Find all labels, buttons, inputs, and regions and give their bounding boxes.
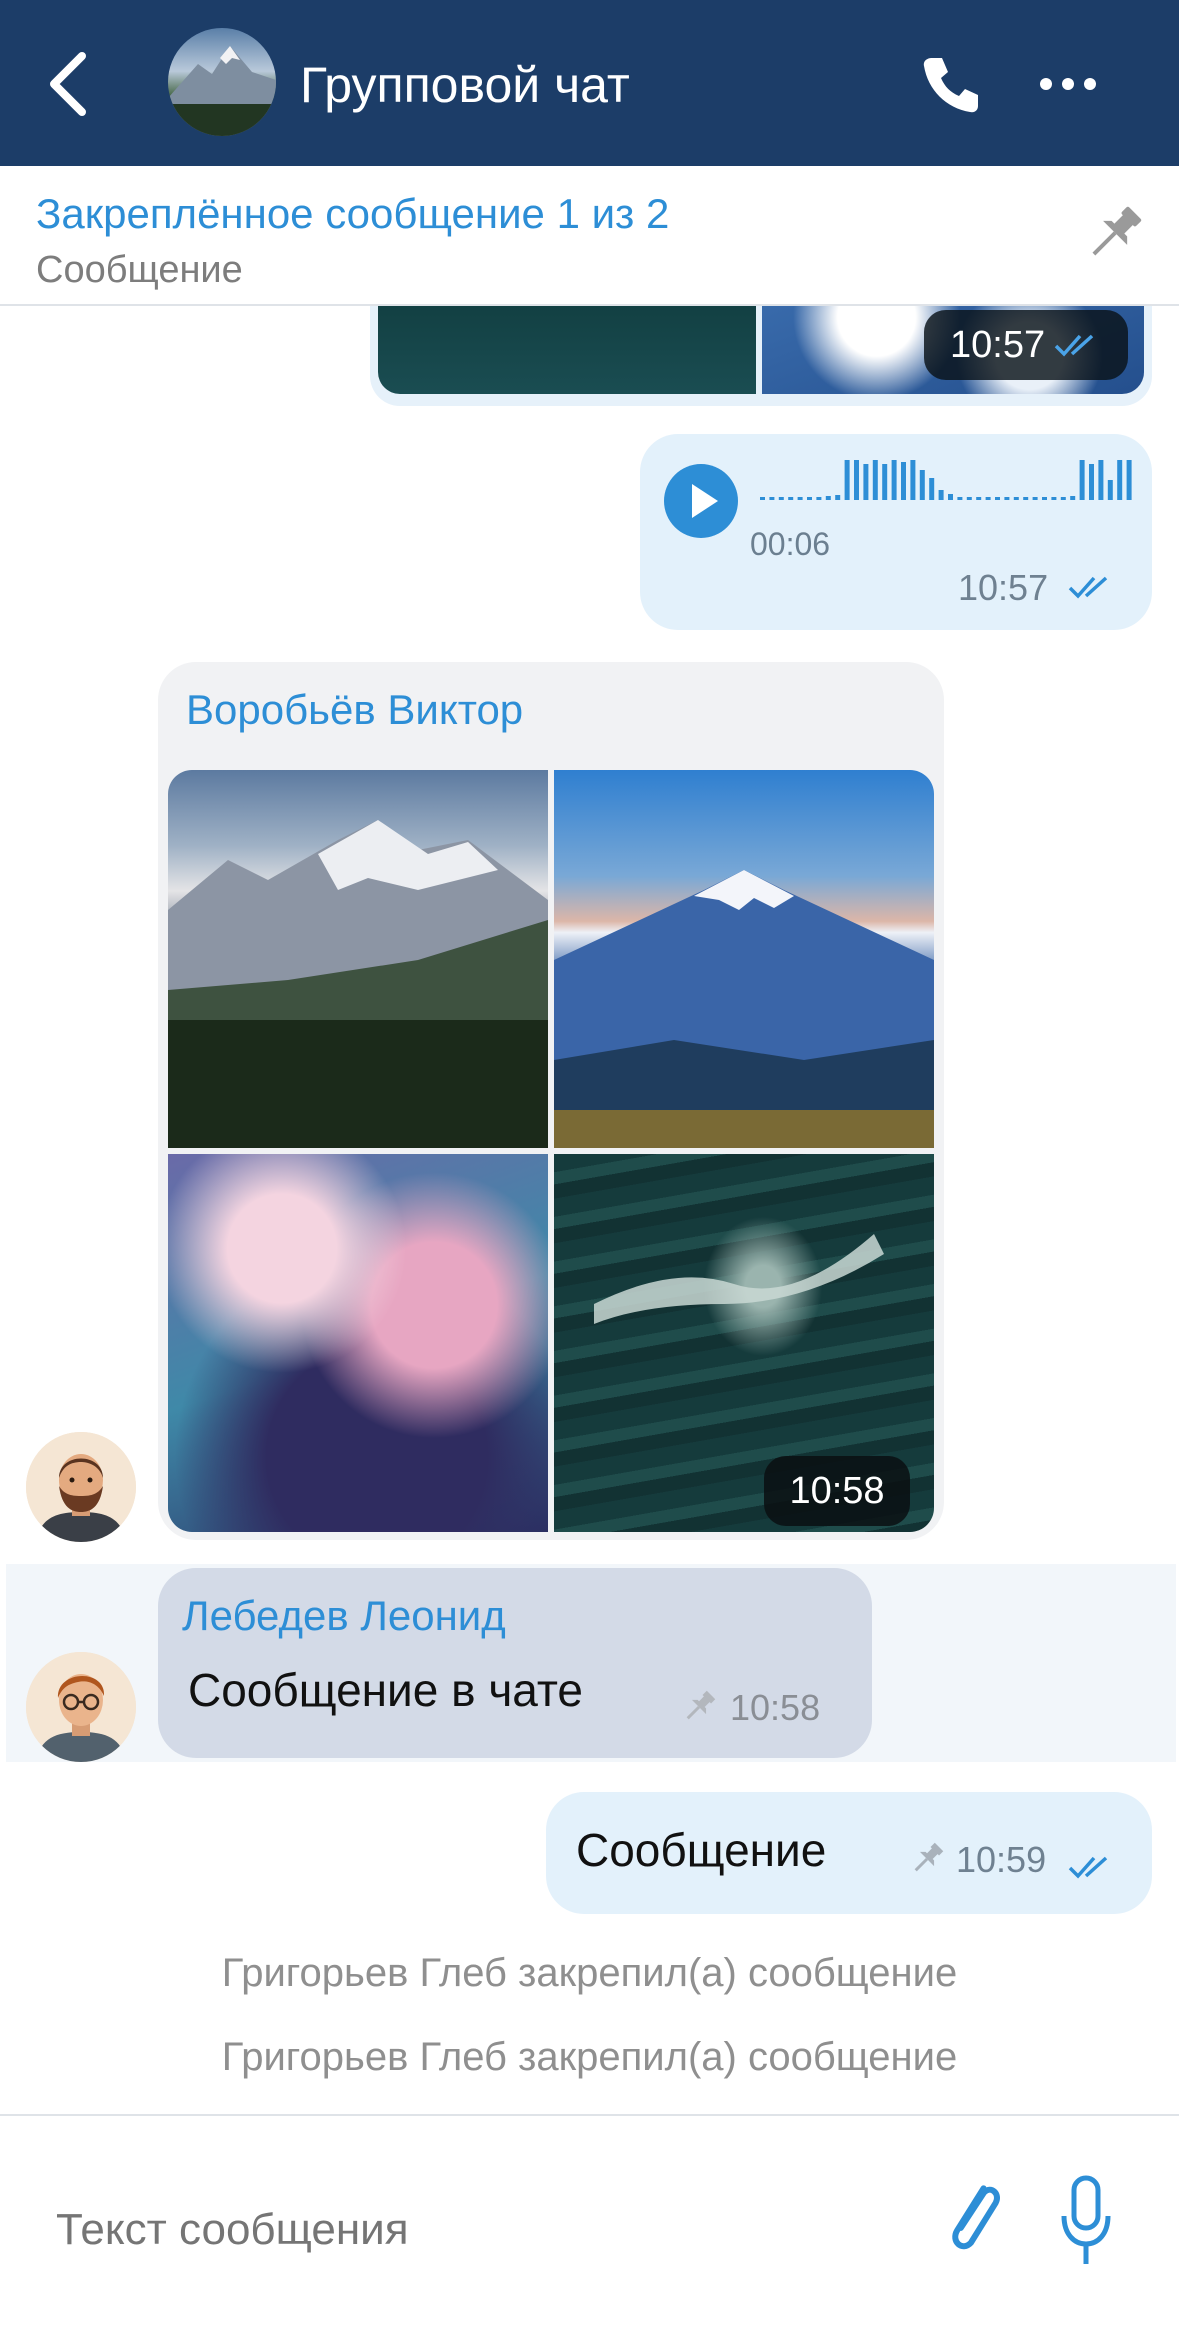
waveform-bar	[769, 497, 775, 500]
waveform-bar	[825, 496, 831, 500]
photo-volcano[interactable]	[554, 770, 934, 1148]
avatar[interactable]	[26, 1432, 136, 1542]
waveform-bar	[844, 460, 850, 500]
waveform-bar	[938, 490, 944, 500]
waveform-bar	[854, 460, 859, 500]
waveform-bar	[1079, 460, 1085, 500]
group-avatar[interactable]	[168, 28, 276, 136]
message-text: Сообщение	[576, 1824, 827, 1876]
waveform-bar	[1013, 497, 1019, 500]
message-time: 10:57	[950, 324, 1046, 366]
double-check-icon	[1054, 334, 1094, 357]
waveform-bar	[1126, 460, 1132, 500]
voice-duration: 00:06	[750, 526, 831, 562]
pin-icon[interactable]	[1076, 198, 1150, 272]
waveform-bar	[901, 462, 906, 500]
waveform-bar	[919, 470, 925, 500]
waveform-bar	[1117, 460, 1123, 500]
waveform-bar	[1070, 496, 1076, 500]
double-check-icon	[1068, 576, 1108, 599]
photo-clouds[interactable]	[168, 1154, 548, 1532]
media-message[interactable]: 10:57	[370, 306, 1152, 406]
chat-title: Групповой чат	[300, 57, 630, 113]
waveform-bar	[1107, 480, 1113, 500]
waveform-bar	[1051, 497, 1057, 500]
message-text: Сообщение в чате	[188, 1664, 583, 1716]
message-time: 10:58	[764, 1456, 910, 1526]
play-icon[interactable]	[664, 464, 738, 538]
waveform-bar	[948, 494, 953, 500]
waveform-bar	[797, 497, 803, 500]
waveform-bar	[1042, 497, 1047, 500]
chevron-left-icon[interactable]	[40, 44, 96, 124]
pinned-preview: Сообщение	[36, 249, 243, 291]
waveform-bar	[807, 497, 812, 500]
waveform-bar	[985, 497, 991, 500]
message-list[interactable]: 10:57 00:06 10:57 Воробьёв Виктор 10:58 …	[0, 306, 1179, 2114]
waveform-bar	[1004, 497, 1010, 500]
waveform-bar	[788, 497, 794, 500]
message-time: 10:57	[958, 567, 1049, 608]
waveform-bar	[1098, 460, 1104, 500]
text-message[interactable]: Сообщение 10:59	[546, 1792, 1152, 1914]
waveform-bar	[778, 497, 784, 500]
waveform-bar	[882, 464, 888, 500]
photo-mountains[interactable]	[168, 770, 548, 1148]
waveform-bar	[929, 478, 935, 500]
waveform-bar	[863, 464, 869, 500]
waveform-bar	[966, 497, 972, 500]
text-message[interactable]: Лебедев Леонид Сообщение в чате 10:58	[158, 1568, 872, 1758]
avatar[interactable]	[26, 1652, 136, 1762]
waveform[interactable]	[760, 440, 1140, 500]
waveform-bar	[872, 460, 878, 500]
waveform-bar	[760, 497, 765, 500]
waveform-bar	[957, 497, 963, 500]
composer	[0, 2114, 1179, 2336]
sender-name[interactable]: Лебедев Леонид	[182, 1590, 506, 1642]
voice-message: 00:06 10:57	[640, 434, 1152, 630]
more-dots-icon[interactable]	[1036, 62, 1100, 106]
photo-thumbnail[interactable]	[378, 306, 756, 394]
waveform-bar	[1060, 497, 1066, 500]
waveform-bar	[910, 460, 916, 500]
pinned-title: Закреплённое сообщение 1 из 2	[36, 190, 670, 237]
microphone-icon[interactable]	[1058, 2172, 1114, 2272]
paperclip-icon[interactable]	[938, 2176, 1010, 2266]
message-time: 10:59	[956, 1839, 1047, 1880]
waveform-bar	[1032, 497, 1038, 500]
message-input[interactable]	[56, 2200, 896, 2260]
pin-icon	[914, 1842, 944, 1872]
waveform-bar	[995, 497, 1000, 500]
message-time-overlay: 10:57	[924, 310, 1128, 380]
message-time: 10:58	[730, 1687, 821, 1728]
waveform-bar	[835, 495, 841, 500]
waveform-bar	[1023, 497, 1029, 500]
waveform-bar	[816, 497, 822, 500]
waveform-bar	[891, 460, 897, 500]
sender-name[interactable]: Воробьёв Виктор	[186, 684, 523, 736]
media-group-message[interactable]: Воробьёв Виктор 10:58	[158, 662, 944, 1540]
phone-icon[interactable]	[918, 52, 984, 118]
double-check-icon	[1068, 1856, 1108, 1879]
pin-icon	[686, 1690, 716, 1720]
pinned-message-bar[interactable]: Закреплённое сообщение 1 из 2 Сообщение	[0, 166, 1179, 306]
service-message: Григорьев Глеб закрепил(а) сообщение	[221, 1951, 958, 1995]
chat-header: Групповой чат	[0, 0, 1179, 166]
waveform-bar	[1089, 464, 1094, 500]
waveform-bar	[976, 497, 982, 500]
service-message: Григорьев Глеб закрепил(а) сообщение	[221, 2035, 958, 2079]
